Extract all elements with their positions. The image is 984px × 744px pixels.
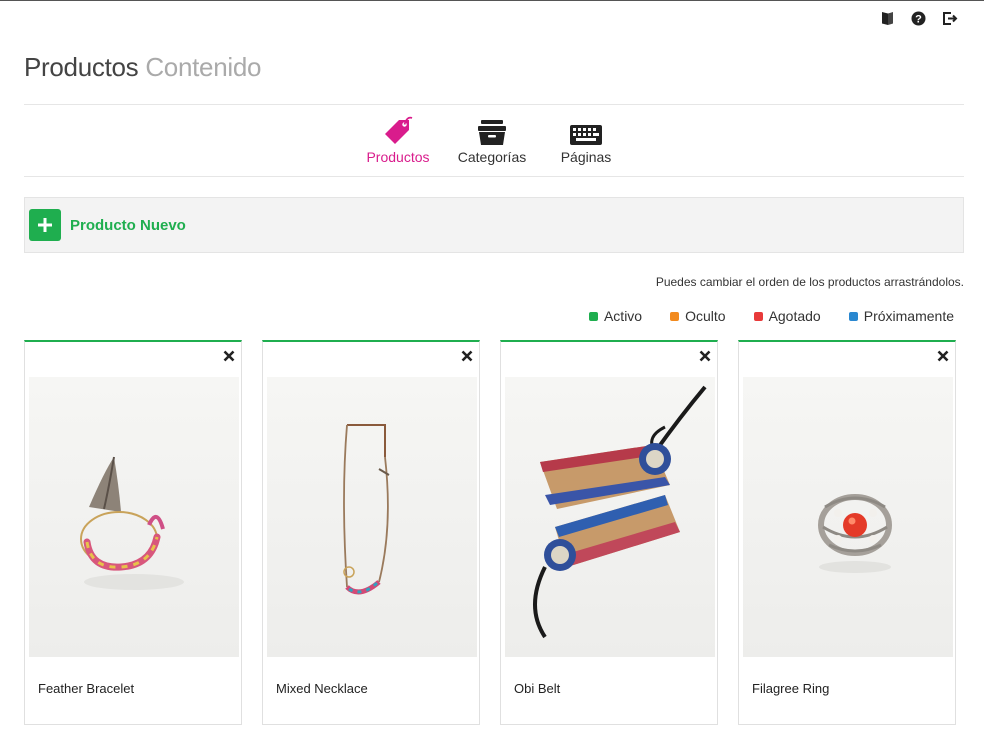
plus-icon — [29, 209, 61, 241]
divider-tabs — [24, 176, 964, 177]
product-image[interactable] — [505, 377, 715, 657]
keyboard-icon — [570, 125, 602, 145]
legend-label: Próximamente — [863, 308, 954, 324]
tab-label: Páginas — [560, 149, 612, 165]
product-card[interactable]: Obi Belt — [500, 340, 718, 725]
status-dot-icon — [670, 311, 680, 321]
tab-label: Categorías — [457, 149, 527, 165]
help-icon[interactable]: ? — [910, 10, 927, 27]
module-tabs: Productos Categorías Páginas — [0, 112, 984, 165]
product-name: Obi Belt — [514, 681, 561, 696]
product-name: Feather Bracelet — [38, 681, 135, 696]
status-legend: Activo Oculto Agotado Próximamente — [588, 308, 954, 324]
legend-item-agotado: Agotado — [753, 308, 821, 324]
svg-text:?: ? — [915, 14, 922, 26]
product-image[interactable] — [743, 377, 953, 657]
logout-icon[interactable] — [941, 10, 958, 27]
product-grid: Feather Bracelet Mixed Necklace Obi Belt… — [24, 340, 956, 725]
tab-categorias[interactable]: Categorías — [445, 112, 539, 165]
status-dot-icon — [848, 311, 858, 321]
page-title-section: Contenido — [145, 52, 262, 82]
tab-paginas[interactable]: Páginas — [539, 112, 633, 165]
product-image[interactable] — [29, 377, 239, 657]
top-toolbar: ? — [879, 10, 958, 27]
close-icon[interactable] — [697, 348, 713, 364]
archive-box-icon — [478, 120, 506, 145]
close-icon[interactable] — [459, 348, 475, 364]
close-icon[interactable] — [935, 348, 951, 364]
product-card[interactable]: Feather Bracelet — [24, 340, 242, 725]
page-title-main: Productos — [24, 52, 139, 82]
legend-label: Agotado — [768, 308, 821, 324]
status-dot-icon — [753, 311, 763, 321]
legend-label: Oculto — [685, 308, 726, 324]
window-top-border — [0, 0, 984, 1]
action-bar: Producto Nuevo — [24, 197, 964, 253]
new-product-label: Producto Nuevo — [70, 216, 186, 234]
product-card[interactable]: Filagree Ring — [738, 340, 956, 725]
legend-item-activo: Activo — [588, 308, 643, 324]
tab-label: Productos — [366, 149, 430, 165]
legend-item-oculto: Oculto — [670, 308, 726, 324]
tag-icon — [385, 116, 413, 144]
reorder-hint: Puedes cambiar el orden de los productos… — [655, 275, 964, 289]
book-icon[interactable] — [879, 10, 896, 27]
product-card[interactable]: Mixed Necklace — [262, 340, 480, 725]
new-product-button[interactable]: Producto Nuevo — [29, 209, 186, 241]
divider-top — [24, 104, 964, 105]
page-title: Productos Contenido — [24, 52, 261, 83]
legend-item-proximamente: Próximamente — [848, 308, 954, 324]
tab-productos[interactable]: Productos — [351, 112, 445, 165]
status-dot-icon — [588, 311, 598, 321]
product-image[interactable] — [267, 377, 477, 657]
product-name: Filagree Ring — [752, 681, 830, 696]
legend-label: Activo — [603, 308, 643, 324]
close-icon[interactable] — [221, 348, 237, 364]
product-name: Mixed Necklace — [276, 681, 368, 696]
